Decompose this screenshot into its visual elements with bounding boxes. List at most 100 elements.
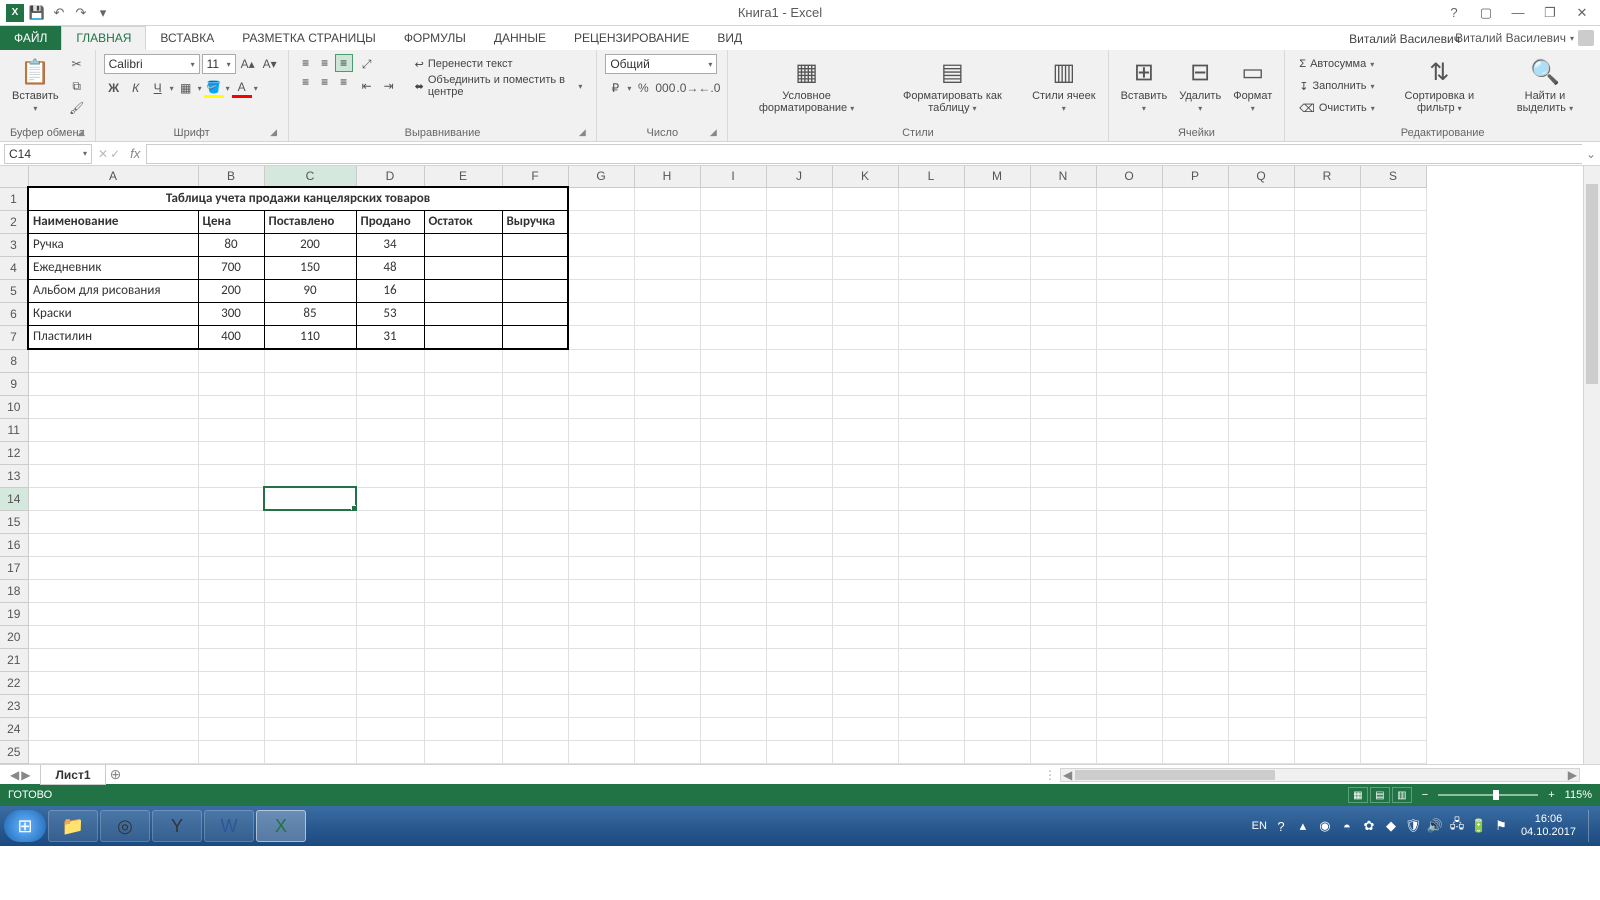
cell[interactable] <box>1360 625 1426 648</box>
cell[interactable] <box>1096 418 1162 441</box>
cell[interactable]: 48 <box>356 257 424 280</box>
cell[interactable] <box>832 556 898 579</box>
cell[interactable] <box>700 326 766 350</box>
cell[interactable] <box>1360 234 1426 257</box>
cell[interactable] <box>1096 257 1162 280</box>
cell[interactable] <box>964 234 1030 257</box>
cell[interactable] <box>1294 326 1360 350</box>
zoom-out-icon[interactable]: − <box>1422 789 1428 801</box>
cell[interactable] <box>766 464 832 487</box>
cell[interactable] <box>1228 625 1294 648</box>
row-header[interactable]: 20 <box>0 625 28 648</box>
cell[interactable]: Ручка <box>28 234 198 257</box>
cell[interactable] <box>424 326 502 350</box>
col-header[interactable]: Q <box>1228 166 1294 187</box>
cell[interactable] <box>1360 280 1426 303</box>
row-header[interactable]: 9 <box>0 372 28 395</box>
cell[interactable] <box>264 372 356 395</box>
row-header[interactable]: 12 <box>0 441 28 464</box>
cell[interactable] <box>1096 579 1162 602</box>
col-header[interactable]: C <box>264 166 356 187</box>
cell[interactable] <box>1096 395 1162 418</box>
cell[interactable] <box>1360 717 1426 740</box>
cell[interactable] <box>1228 303 1294 326</box>
cell[interactable] <box>1228 257 1294 280</box>
cell[interactable] <box>1096 349 1162 372</box>
restore-icon[interactable]: ❐ <box>1538 3 1562 23</box>
row-header[interactable]: 14 <box>0 487 28 510</box>
percent-icon[interactable]: % <box>633 78 653 98</box>
cell[interactable] <box>424 625 502 648</box>
cell[interactable] <box>198 717 264 740</box>
cell[interactable]: 34 <box>356 234 424 257</box>
cell[interactable] <box>1162 349 1228 372</box>
number-format-select[interactable]: Общий▾ <box>605 54 717 74</box>
cell[interactable] <box>634 372 700 395</box>
cell[interactable] <box>634 211 700 234</box>
cell[interactable]: Альбом для рисования <box>28 280 198 303</box>
cell[interactable] <box>1228 280 1294 303</box>
cell[interactable] <box>1096 671 1162 694</box>
cell[interactable] <box>502 280 568 303</box>
cell[interactable] <box>356 625 424 648</box>
cell[interactable] <box>634 510 700 533</box>
cell[interactable] <box>700 418 766 441</box>
cell[interactable] <box>634 418 700 441</box>
cell[interactable] <box>1162 303 1228 326</box>
cell[interactable] <box>264 625 356 648</box>
cell[interactable] <box>1162 280 1228 303</box>
cell[interactable] <box>1228 694 1294 717</box>
cell[interactable] <box>1030 349 1096 372</box>
cell[interactable] <box>568 280 634 303</box>
cell[interactable] <box>898 234 964 257</box>
cell[interactable] <box>1360 418 1426 441</box>
cell[interactable] <box>424 234 502 257</box>
show-desktop-button[interactable] <box>1588 810 1596 842</box>
cell[interactable] <box>356 671 424 694</box>
cell[interactable] <box>700 533 766 556</box>
accounting-format-icon[interactable]: ₽ <box>605 78 625 98</box>
cell[interactable] <box>700 395 766 418</box>
cell[interactable] <box>964 418 1030 441</box>
cell[interactable] <box>424 740 502 763</box>
cell[interactable] <box>1162 257 1228 280</box>
cell[interactable] <box>1162 395 1228 418</box>
cell[interactable] <box>1030 510 1096 533</box>
cell[interactable] <box>1294 671 1360 694</box>
close-icon[interactable]: ✕ <box>1570 3 1594 23</box>
taskbar-excel-icon[interactable]: X <box>256 810 306 842</box>
cell[interactable] <box>502 349 568 372</box>
cell[interactable] <box>634 648 700 671</box>
col-header[interactable]: L <box>898 166 964 187</box>
cell[interactable] <box>832 740 898 763</box>
cell[interactable] <box>700 694 766 717</box>
col-header[interactable]: M <box>964 166 1030 187</box>
cell[interactable] <box>964 717 1030 740</box>
cell[interactable] <box>568 487 634 510</box>
cell[interactable] <box>356 717 424 740</box>
cell[interactable] <box>502 372 568 395</box>
orientation-icon[interactable]: ⤢ <box>357 54 377 74</box>
cell[interactable] <box>356 487 424 510</box>
cell[interactable] <box>502 326 568 350</box>
spreadsheet[interactable]: ABCDEFGHIJKLMNOPQRS1Таблица учета продаж… <box>0 166 1600 764</box>
cell[interactable] <box>1228 671 1294 694</box>
cell[interactable] <box>1162 694 1228 717</box>
cell[interactable] <box>424 280 502 303</box>
cell[interactable] <box>964 372 1030 395</box>
cell[interactable]: Продано <box>356 211 424 234</box>
cell[interactable] <box>424 464 502 487</box>
cell[interactable] <box>1162 533 1228 556</box>
cell[interactable] <box>424 372 502 395</box>
col-header[interactable]: P <box>1162 166 1228 187</box>
cell[interactable] <box>1360 556 1426 579</box>
cell[interactable] <box>634 671 700 694</box>
cell[interactable] <box>502 395 568 418</box>
cell[interactable] <box>424 418 502 441</box>
cell[interactable] <box>1294 395 1360 418</box>
delete-cells-button[interactable]: ⊟Удалить▾ <box>1175 54 1225 116</box>
find-select-button[interactable]: 🔍Найти и выделить ▾ <box>1498 54 1592 116</box>
cell[interactable] <box>1096 694 1162 717</box>
row-header[interactable]: 25 <box>0 740 28 763</box>
zoom-level[interactable]: 115% <box>1565 789 1592 801</box>
